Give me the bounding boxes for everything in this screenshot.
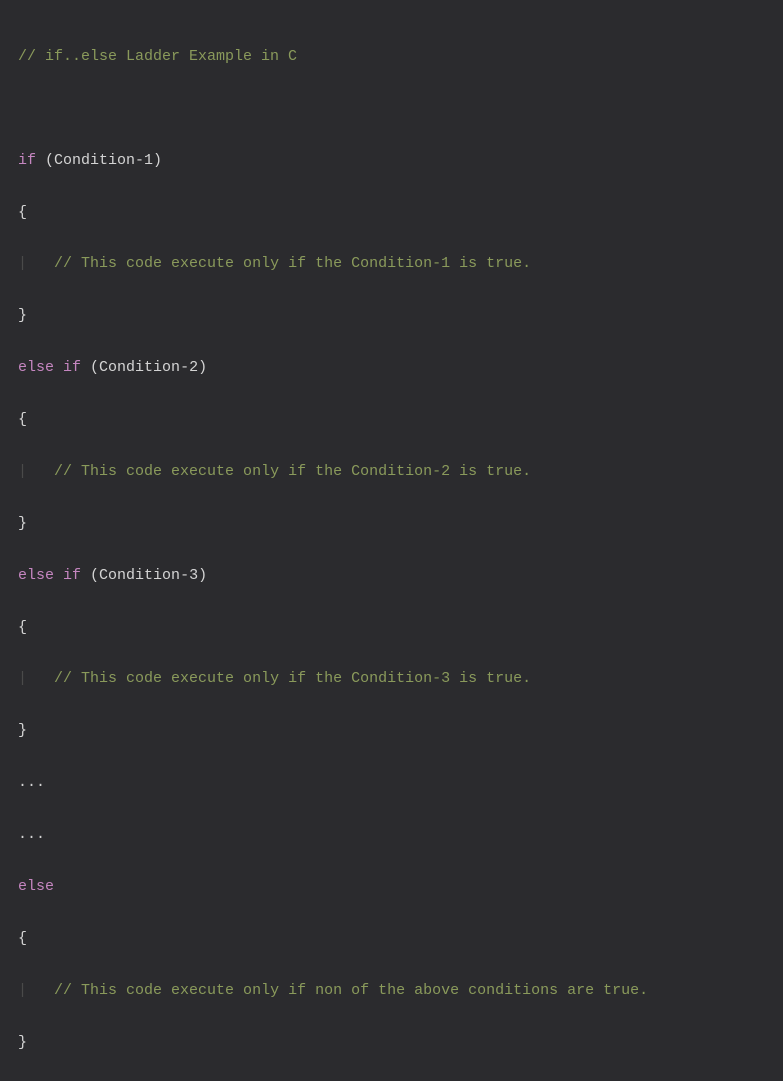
keyword-if: if xyxy=(18,152,36,169)
open-brace: { xyxy=(18,411,27,428)
close-brace: } xyxy=(18,307,27,324)
close-brace: } xyxy=(18,515,27,532)
code-line: else xyxy=(18,874,765,900)
indent-guide: | xyxy=(18,670,27,687)
blank-line xyxy=(18,96,765,122)
close-brace: } xyxy=(18,722,27,739)
close-brace: } xyxy=(18,1034,27,1051)
code-line: else if (Condition-3) xyxy=(18,563,765,589)
indent xyxy=(27,982,54,999)
keyword-if: if xyxy=(63,567,81,584)
code-line: } xyxy=(18,511,765,537)
comment-body-else: // This code execute only if non of the … xyxy=(54,982,648,999)
code-line: | // This code execute only if the Condi… xyxy=(18,666,765,692)
comment-body-3: // This code execute only if the Conditi… xyxy=(54,670,531,687)
open-brace: { xyxy=(18,930,27,947)
code-line: | // This code execute only if the Condi… xyxy=(18,251,765,277)
keyword-else: else xyxy=(18,567,54,584)
keyword-if: if xyxy=(63,359,81,376)
indent-guide: | xyxy=(18,255,27,272)
code-line: } xyxy=(18,1030,765,1056)
condition-2: (Condition-2) xyxy=(81,359,207,376)
indent xyxy=(27,670,54,687)
ellipsis: ... xyxy=(18,774,45,791)
condition-1: (Condition-1) xyxy=(36,152,162,169)
comment-body-1: // This code execute only if the Conditi… xyxy=(54,255,531,272)
indent xyxy=(27,255,54,272)
code-line: } xyxy=(18,303,765,329)
code-snippet: // if..else Ladder Example in C if (Cond… xyxy=(18,18,765,1081)
code-line: | // This code execute only if non of th… xyxy=(18,978,765,1004)
code-line: ... xyxy=(18,822,765,848)
comment-header: // if..else Ladder Example in C xyxy=(18,48,297,65)
condition-3: (Condition-3) xyxy=(81,567,207,584)
code-line: { xyxy=(18,200,765,226)
space xyxy=(54,567,63,584)
keyword-else: else xyxy=(18,359,54,376)
code-line: { xyxy=(18,407,765,433)
indent-guide: | xyxy=(18,982,27,999)
open-brace: { xyxy=(18,204,27,221)
code-line: { xyxy=(18,926,765,952)
code-line: else if (Condition-2) xyxy=(18,355,765,381)
code-line: } xyxy=(18,718,765,744)
code-line: { xyxy=(18,615,765,641)
code-line: | // This code execute only if the Condi… xyxy=(18,459,765,485)
keyword-else: else xyxy=(18,878,54,895)
indent-guide: | xyxy=(18,463,27,480)
space xyxy=(54,359,63,376)
indent xyxy=(27,463,54,480)
code-line: ... xyxy=(18,770,765,796)
code-line: if (Condition-1) xyxy=(18,148,765,174)
open-brace: { xyxy=(18,619,27,636)
code-line: // if..else Ladder Example in C xyxy=(18,44,765,70)
ellipsis: ... xyxy=(18,826,45,843)
comment-body-2: // This code execute only if the Conditi… xyxy=(54,463,531,480)
